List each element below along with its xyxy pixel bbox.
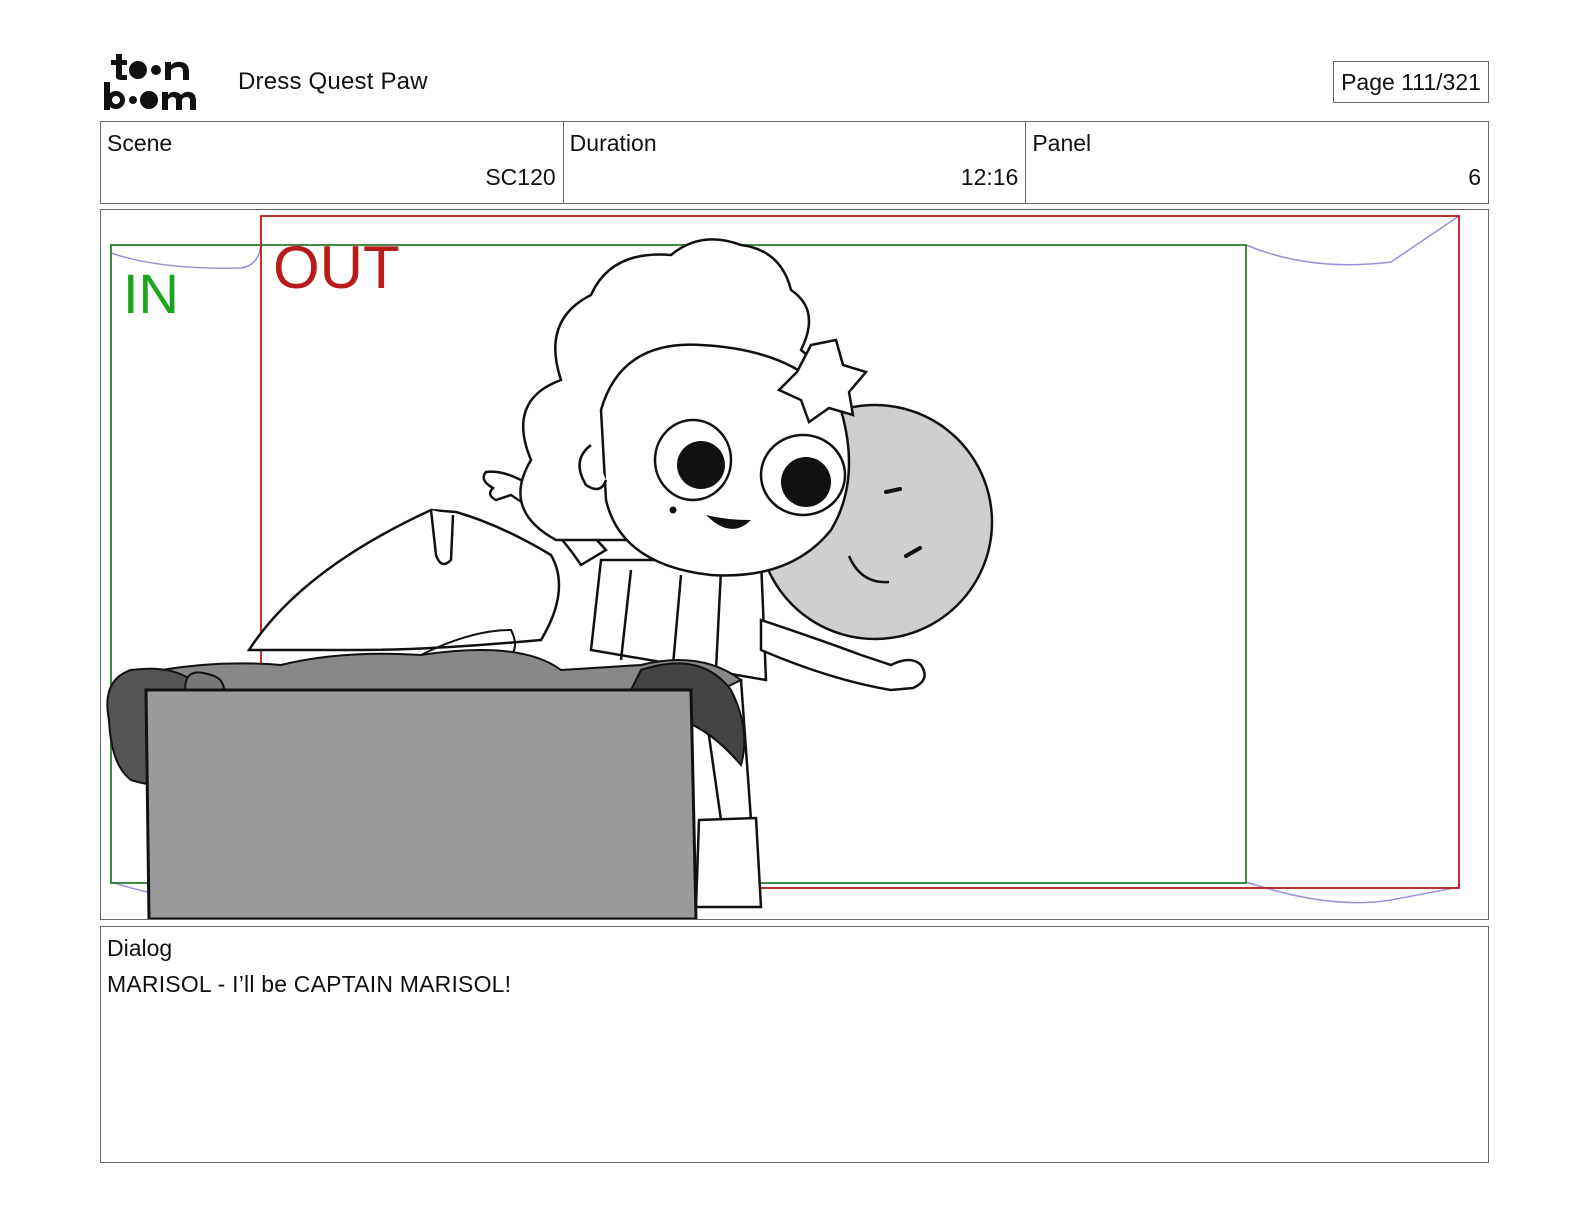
duration-value: 12:16 (960, 164, 1019, 190)
project-title: Dress Quest Paw (238, 68, 428, 95)
panel-value: 6 (1468, 164, 1482, 190)
costume-box (144, 688, 698, 919)
storyboard-panel: IN OUT (100, 209, 1489, 920)
toonboom-logo (104, 54, 196, 110)
in-label: IN (123, 262, 179, 325)
scene-cell: Scene SC120 (101, 122, 564, 203)
panel-label: Panel (1032, 130, 1092, 156)
out-label: OUT (273, 234, 400, 301)
panel-cell: Panel 6 (1026, 122, 1488, 203)
scene-value: SC120 (485, 164, 556, 190)
cape-wing (246, 508, 561, 652)
page-indicator: Page 111/321 (1333, 61, 1489, 103)
dialog-label: Dialog (107, 935, 173, 961)
dialog-box: Dialog MARISOL - I’ll be CAPTAIN MARISOL… (100, 926, 1489, 1163)
scene-label: Scene (107, 130, 173, 156)
panel-info-row: Scene SC120 Duration 12:16 Panel 6 (100, 121, 1489, 204)
panel-drawing: IN OUT (106, 215, 1460, 919)
duration-cell: Duration 12:16 (564, 122, 1027, 203)
dialog-text: MARISOL - I’ll be CAPTAIN MARISOL! (107, 971, 512, 997)
duration-label: Duration (569, 130, 657, 156)
